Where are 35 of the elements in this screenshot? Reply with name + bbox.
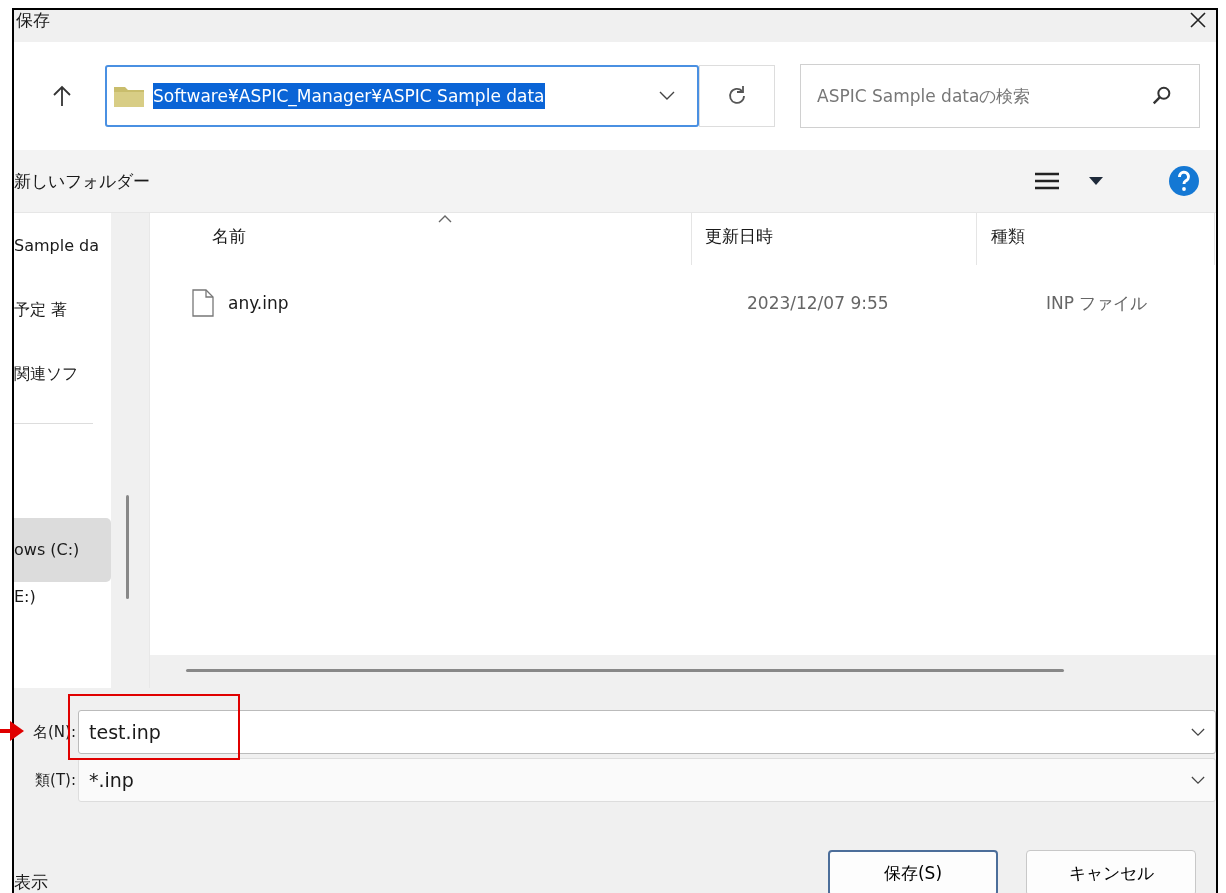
search-icon[interactable] xyxy=(1151,85,1173,107)
up-arrow-icon[interactable] xyxy=(52,84,72,108)
dropdown-icon[interactable] xyxy=(659,91,675,101)
close-icon[interactable] xyxy=(1188,10,1208,30)
file-icon xyxy=(192,289,214,317)
file-type: INP ファイル xyxy=(1045,291,1149,315)
file-type-dropdown[interactable]: *.inp xyxy=(78,758,1216,802)
nav-item[interactable]: ows (C:) xyxy=(14,518,111,582)
list-view-icon[interactable] xyxy=(1034,170,1060,192)
scrollbar-thumb[interactable] xyxy=(186,669,1064,672)
save-button[interactable]: 保存(S) xyxy=(828,850,998,893)
dropdown-icon[interactable] xyxy=(1191,727,1205,737)
window-title: 保存 xyxy=(15,10,50,30)
filename-field[interactable]: test.inp xyxy=(78,710,1216,754)
nav-item[interactable]: 関連ソフ xyxy=(14,359,111,423)
new-folder-button[interactable]: 新しいフォルダー xyxy=(14,169,150,193)
column-header[interactable]: 更新日時 xyxy=(692,213,977,265)
dropdown-icon[interactable] xyxy=(1191,775,1205,785)
file-name[interactable]: any.inp xyxy=(228,293,289,313)
folder-icon xyxy=(113,84,145,108)
nav-item[interactable]: E:) xyxy=(14,582,111,646)
nav-item[interactable]: Sample da xyxy=(14,231,111,295)
pointer-arrow xyxy=(0,719,24,743)
caret-icon[interactable] xyxy=(1088,176,1104,186)
scrollbar-thumb[interactable] xyxy=(126,495,129,599)
hide-folders-toggle[interactable]: 表示 xyxy=(14,871,48,893)
field-label: 類(T): xyxy=(34,770,77,790)
cancel-button[interactable]: キャンセル xyxy=(1026,850,1196,893)
modified-date: 2023/12/07 9:55 xyxy=(746,293,890,313)
search-field[interactable]: ASPIC Sample dataの検索 xyxy=(800,64,1200,128)
address-field[interactable]: Software¥ASPIC_Manager¥ASPIC Sample data xyxy=(105,65,699,127)
column-header[interactable]: 種類 xyxy=(977,213,1215,265)
help-icon[interactable] xyxy=(1168,165,1200,197)
nav-item[interactable]: 予定 著 xyxy=(14,295,111,359)
column-header[interactable]: 名前 xyxy=(150,213,692,265)
